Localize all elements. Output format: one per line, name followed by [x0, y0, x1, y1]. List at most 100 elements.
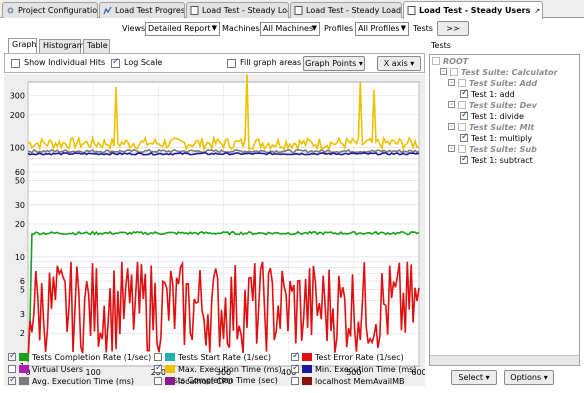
tree-checkbox[interactable] — [432, 56, 440, 65]
x-axis-button[interactable]: X axis ▾ — [377, 56, 421, 71]
legend-checkbox[interactable] — [8, 351, 17, 361]
tab-label: Load Test - Steady Load — [202, 6, 289, 15]
tests-label: Tests — [413, 24, 433, 33]
more-button[interactable]: >> — [437, 21, 469, 36]
tab-graph[interactable]: Graph — [8, 38, 37, 53]
tree-label: Test 1: add — [471, 90, 515, 99]
progress-icon — [103, 6, 112, 15]
legend-item[interactable]: localhost CPU — [154, 376, 233, 388]
select-button[interactable]: Select ▾ — [451, 370, 497, 385]
y-tick-label: 10 — [15, 253, 25, 262]
tree-label: Test Suite: Calculator — [461, 68, 558, 77]
tab-label: Load Test - Steady Users — [419, 6, 531, 15]
log-scale-label: Log Scale — [124, 58, 163, 67]
tree-suite-item[interactable]: ROOT — [432, 56, 469, 68]
tab-table[interactable]: Table — [83, 39, 110, 53]
options-label: Options — [510, 373, 542, 382]
chart-legend: Tests Completion Rate (1/sec) Tests Start… — [4, 351, 425, 393]
legend-swatch — [165, 364, 175, 373]
tree-suite-item[interactable]: - Test Suite: Calculator — [440, 67, 558, 79]
show-individual-hits-label: Show Individual Hits — [24, 58, 106, 67]
legend-item[interactable]: Min. Execution Time (ms) — [291, 363, 416, 376]
fill-graph-areas-checkbox[interactable] — [227, 59, 236, 68]
tree-test-item[interactable]: Test 1: subtract — [460, 154, 533, 167]
tab-histogram[interactable]: Histogram — [39, 39, 85, 53]
tests-panel-buttons: Select ▾ Options ▾ — [429, 366, 580, 388]
tab-load-test-steady-load-2[interactable]: Load Test - Steady Load 2 — [290, 2, 402, 18]
y-tick-label: 20 — [15, 220, 25, 229]
tree-test-item[interactable]: Test 1: multiply — [460, 132, 533, 145]
legend-swatch — [165, 352, 175, 361]
tree-checkbox[interactable] — [458, 78, 466, 87]
document-icon — [190, 6, 199, 15]
tab-project-configuration[interactable]: Project Configuration — [2, 2, 98, 18]
options-button[interactable]: Options ▾ — [504, 370, 554, 385]
x-axis-label: X axis — [383, 59, 408, 68]
y-tick-label: 50 — [15, 177, 25, 186]
show-individual-hits-checkbox[interactable] — [11, 59, 20, 68]
tree-test-item[interactable]: Test 1: divide — [460, 110, 524, 123]
tree-checkbox[interactable] — [450, 67, 458, 76]
legend-checkbox[interactable] — [291, 351, 300, 361]
document-tab-bar: Project Configuration Load Test Progress… — [0, 0, 584, 19]
legend-item[interactable]: Tests Completion Rate (1/sec) — [8, 351, 151, 364]
y-tick-label: 2 — [20, 329, 25, 338]
tree-checkbox[interactable] — [460, 154, 469, 164]
gear-icon — [6, 6, 15, 15]
legend-checkbox[interactable] — [291, 363, 300, 373]
profiles-label: Profiles — [324, 24, 354, 33]
legend-item[interactable]: Avg. Execution Time (ms) — [8, 375, 134, 388]
legend-checkbox[interactable] — [154, 352, 162, 361]
legend-item[interactable]: Max. Execution Time (ms) — [154, 363, 282, 376]
tree-checkbox[interactable] — [460, 132, 469, 142]
pin-icon[interactable]: ↗ — [534, 7, 540, 15]
legend-item[interactable]: Tests Start Rate (1/sec) — [154, 352, 271, 364]
tree-label: ROOT — [443, 57, 469, 66]
graph-points-button[interactable]: Graph Points ▾ — [303, 56, 365, 71]
collapse-icon[interactable]: - — [448, 101, 455, 108]
tab-load-test-steady-load[interactable]: Load Test - Steady Load — [186, 2, 289, 18]
collapse-icon[interactable]: - — [448, 145, 455, 152]
chevron-down-icon: ▼ — [311, 24, 317, 32]
tree-label: Test 1: multiply — [471, 134, 533, 143]
legend-checkbox[interactable] — [8, 375, 17, 385]
tree-checkbox[interactable] — [460, 88, 469, 98]
legend-swatch — [302, 364, 312, 373]
profiles-value: All Profiles — [358, 24, 400, 33]
legend-item[interactable]: Virtual Users — [8, 364, 84, 376]
legend-checkbox[interactable] — [154, 376, 162, 385]
tree-checkbox[interactable] — [458, 122, 466, 131]
legend-swatch — [165, 376, 175, 385]
legend-item[interactable]: Test Error Rate (1/sec) — [291, 351, 404, 364]
chart-svg: 1235610203050601002003000100200300400500… — [10, 74, 427, 385]
tree-label: Test 1: subtract — [471, 156, 533, 165]
legend-label: Virtual Users — [32, 365, 84, 374]
chevron-down-icon: ▼ — [211, 24, 217, 32]
profiles-select[interactable]: All Profiles ▼ — [355, 22, 409, 36]
tree-test-item[interactable]: Test 1: add — [460, 88, 515, 101]
tab-label: Load Test - Steady Load 2 — [306, 6, 402, 15]
collapse-icon[interactable]: - — [448, 79, 455, 86]
legend-item[interactable]: localhost MemAvailMB — [291, 376, 405, 388]
chevron-down-icon: ▾ — [485, 373, 490, 382]
machines-label: Machines — [222, 24, 260, 33]
tree-checkbox[interactable] — [460, 110, 469, 120]
legend-checkbox[interactable] — [154, 363, 163, 373]
collapse-icon[interactable]: - — [440, 68, 447, 75]
tab-load-test-steady-users[interactable]: Load Test - Steady Users ↗ × — [403, 1, 543, 19]
tab-load-test-progress[interactable]: Load Test Progress — [99, 2, 185, 18]
views-select[interactable]: Detailed Report ▼ — [145, 22, 220, 36]
y-tick-label: 3 — [20, 310, 25, 319]
tree-checkbox[interactable] — [458, 100, 466, 109]
horizontal-scrollbar[interactable] — [430, 355, 579, 365]
chart-area: 1235610203050601002003000100200300400500… — [4, 74, 427, 386]
tests-panel-title: Tests — [431, 41, 451, 50]
machines-select[interactable]: All Machines ▼ — [260, 22, 320, 36]
legend-checkbox[interactable] — [291, 376, 299, 385]
y-tick-label: 300 — [10, 92, 25, 101]
log-scale-checkbox[interactable] — [111, 57, 120, 68]
tree-checkbox[interactable] — [458, 144, 466, 153]
collapse-icon[interactable]: - — [448, 123, 455, 130]
document-icon — [407, 6, 416, 15]
legend-checkbox[interactable] — [8, 364, 16, 373]
